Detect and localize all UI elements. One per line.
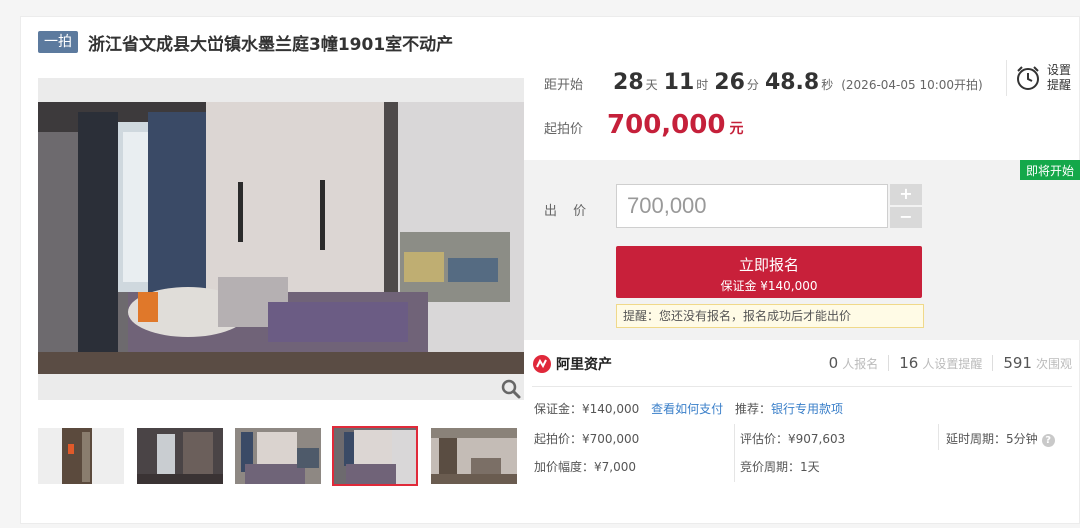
countdown-days-unit: 天 <box>645 78 658 92</box>
status-badge: 即将开始 <box>1019 160 1080 180</box>
divider <box>734 424 735 482</box>
deposit-label: 保证金 ¥140,000 <box>720 279 818 293</box>
auction-stats: 0 人报名 16 人设置提醒 591 次围观 <box>829 354 1072 372</box>
bid-label: 出 价 <box>544 204 593 219</box>
reminder-count-label: 人设置提醒 <box>922 357 983 371</box>
divider <box>888 355 890 371</box>
thumbnail-selected[interactable] <box>332 426 418 486</box>
countdown-days: 28 <box>613 70 644 95</box>
countdown-minutes-unit: 分 <box>746 78 759 92</box>
thumbnail[interactable] <box>431 428 517 484</box>
countdown-hours-unit: 时 <box>696 78 709 92</box>
start-price: 起拍价 700,000 元 <box>544 110 743 144</box>
bank-payment-link[interactable]: 银行专用款项 <box>771 402 843 416</box>
listing-header: 一拍 浙江省文成县大峃镇水墨兰庭3幢1901室不动产 <box>38 30 454 55</box>
listing-title: 浙江省文成县大峃镇水墨兰庭3幢1901室不动产 <box>88 34 454 55</box>
set-reminder-button[interactable]: 设置 提醒 <box>1006 60 1080 96</box>
ali-assets-logo: 阿里资产 <box>532 354 612 374</box>
platform-row: 阿里资产 0 人报名 16 人设置提醒 591 次围观 <box>532 350 1080 378</box>
signup-count: 0 <box>828 354 839 372</box>
bedroom-photo <box>38 102 524 374</box>
bid-amount-input[interactable]: 700,000 <box>616 184 888 228</box>
divider <box>938 424 939 450</box>
view-count: 591 <box>1003 354 1032 372</box>
signup-tip: 提醒：您还没有报名，报名成功后才能出价 <box>616 304 924 328</box>
divider <box>992 355 994 371</box>
signup-count-label: 人报名 <box>842 357 879 371</box>
reminder-count: 16 <box>899 354 919 372</box>
detail-start-price: 起拍价：¥700,000 <box>534 432 640 446</box>
countdown: 距开始 28 天 11 时 26 分 48.8 秒 (2026-04-05 10… <box>544 70 983 102</box>
countdown-label: 距开始 <box>544 78 584 93</box>
alarm-clock-icon <box>1017 66 1039 90</box>
countdown-minutes: 26 <box>714 70 745 95</box>
ali-assets-icon <box>533 355 551 373</box>
thumbnail[interactable] <box>38 428 124 484</box>
start-price-unit: 元 <box>729 121 744 137</box>
view-count-label: 次围观 <box>1035 357 1072 371</box>
thumbnail[interactable] <box>235 428 321 484</box>
increase-bid-button[interactable]: + <box>890 184 922 205</box>
signup-now-button[interactable]: 立即报名 保证金 ¥140,000 <box>616 246 922 298</box>
auction-round-tag: 一拍 <box>38 31 78 53</box>
start-price-label: 起拍价 <box>544 122 584 137</box>
bid-stepper: + − <box>890 184 922 228</box>
detail-bidding-period: 竞价周期：1天 <box>740 460 820 474</box>
bid-panel: 即将开始 出 价 700,000 + − 立即报名 保证金 ¥140,000 提… <box>524 160 1080 340</box>
auction-start-time: (2026-04-05 10:00开拍) <box>841 78 983 92</box>
signup-label: 立即报名 <box>738 256 799 274</box>
decrease-bid-button[interactable]: − <box>890 207 922 228</box>
recommend-label: 推荐： <box>734 402 771 416</box>
help-icon[interactable]: ? <box>1041 434 1055 447</box>
detail-increment: 加价幅度：¥7,000 <box>534 460 636 474</box>
delay-period-text: 延时周期：5分钟 <box>946 432 1038 446</box>
countdown-hours: 11 <box>663 70 695 95</box>
zoom-icon[interactable] <box>500 378 522 400</box>
start-price-value: 700,000 <box>607 110 726 140</box>
how-to-pay-link[interactable]: 查看如何支付 <box>651 402 723 416</box>
thumbnail-strip <box>38 426 524 486</box>
divider <box>532 386 1072 387</box>
set-reminder-label: 设置 提醒 <box>1047 63 1072 92</box>
main-photo[interactable] <box>38 78 524 400</box>
deposit-info: 保证金：¥140,000 查看如何支付 推荐：银行专用款项 <box>534 400 843 417</box>
platform-name: 阿里资产 <box>556 357 612 373</box>
countdown-seconds-unit: 秒 <box>821 78 834 92</box>
countdown-seconds: 48.8 <box>764 70 820 95</box>
deposit-text: 保证金：¥140,000 <box>534 402 640 416</box>
thumbnail[interactable] <box>137 428 223 484</box>
detail-appraisal: 评估价：¥907,603 <box>740 432 846 446</box>
detail-delay-period: 延时周期：5分钟? <box>946 430 1055 447</box>
